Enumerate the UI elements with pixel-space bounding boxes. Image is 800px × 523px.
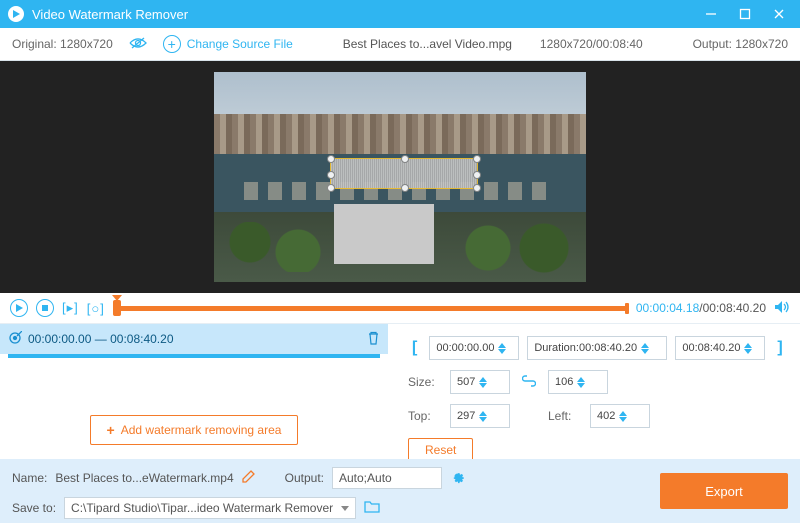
properties-panel: [ 00:00:00.00 Duration:00:08:40.20 00:08… [388,324,800,459]
segments-panel: 00:00:00.00 — 00:08:40.20 + Add watermar… [0,324,388,459]
edit-name-button[interactable] [242,470,255,486]
top-label: Top: [408,409,442,423]
app-title: Video Watermark Remover [32,7,694,22]
change-source-label: Change Source File [187,37,293,51]
output-profile-select[interactable]: Auto;Auto [332,467,442,489]
range-end-bracket-button[interactable]: ] [773,339,786,357]
edit-panels: 00:00:00.00 — 00:08:40.20 + Add watermar… [0,323,800,459]
save-to-label: Save to: [12,501,56,515]
range-duration-input[interactable]: Duration:00:08:40.20 [527,336,667,360]
plus-icon: + [107,422,115,438]
delete-segment-button[interactable] [367,331,380,348]
maximize-button[interactable] [728,0,762,28]
video-frame [214,72,586,282]
original-size-label: Original: 1280x720 [12,37,113,51]
change-source-button[interactable]: + Change Source File [163,35,293,53]
size-width-input[interactable]: 507 [450,370,510,394]
size-link-toggle[interactable] [518,375,540,390]
frame-capture-button[interactable]: [○] [87,301,105,316]
segment-target-icon [8,331,22,348]
open-folder-button[interactable] [364,500,380,516]
title-bar: Video Watermark Remover [0,0,800,28]
volume-button[interactable] [774,300,790,317]
output-settings-button[interactable] [450,469,465,487]
output-label: Output: [285,471,324,485]
play-button[interactable] [10,299,28,317]
frame-back-button[interactable]: [▸] [62,300,79,316]
segment-range-label: 00:00:00.00 — 00:08:40.20 [28,332,361,346]
preview-toggle-icon[interactable] [129,36,147,53]
export-button[interactable]: Export [660,473,788,509]
video-preview-area[interactable] [0,61,800,293]
name-label: Name: [12,471,47,485]
timeline-thumb[interactable] [113,300,121,316]
timecode-display: 00:00:04.18/00:08:40.20 [636,301,766,315]
left-label: Left: [548,409,582,423]
range-start-input[interactable]: 00:00:00.00 [429,336,519,360]
size-label: Size: [408,375,442,389]
add-watermark-area-button[interactable]: + Add watermark removing area [90,415,299,445]
playback-bar: [▸] [○] 00:00:04.18/00:08:40.20 [0,293,800,323]
size-height-input[interactable]: 106 [548,370,608,394]
save-path-value: C:\Tipard Studio\Tipar...ideo Watermark … [71,501,333,515]
save-path-select[interactable]: C:\Tipard Studio\Tipar...ideo Watermark … [64,497,356,519]
range-start-bracket-button[interactable]: [ [408,339,421,357]
segment-row[interactable]: 00:00:00.00 — 00:08:40.20 [0,324,388,354]
segment-timeline-strip[interactable] [8,354,380,358]
minimize-button[interactable] [694,0,728,28]
top-input[interactable]: 297 [450,404,510,428]
output-name-value: Best Places to...eWatermark.mp4 [55,471,233,485]
current-file-name: Best Places to...avel Video.mpg [343,37,512,51]
stop-button[interactable] [36,299,54,317]
left-input[interactable]: 402 [590,404,650,428]
file-dimensions-duration: 1280x720/00:08:40 [540,37,643,51]
bottom-bar: Name: Best Places to...eWatermark.mp4 Ou… [0,459,800,523]
add-area-label: Add watermark removing area [121,423,282,437]
plus-circle-icon: + [163,35,181,53]
chevron-down-icon [341,506,349,511]
range-end-input[interactable]: 00:08:40.20 [675,336,765,360]
top-toolbar: Original: 1280x720 + Change Source File … [0,28,800,61]
timeline-slider[interactable] [113,302,628,314]
close-button[interactable] [762,0,796,28]
app-logo-icon [8,6,24,22]
watermark-selection-box[interactable] [330,158,478,189]
output-size-label: Output: 1280x720 [693,37,788,51]
